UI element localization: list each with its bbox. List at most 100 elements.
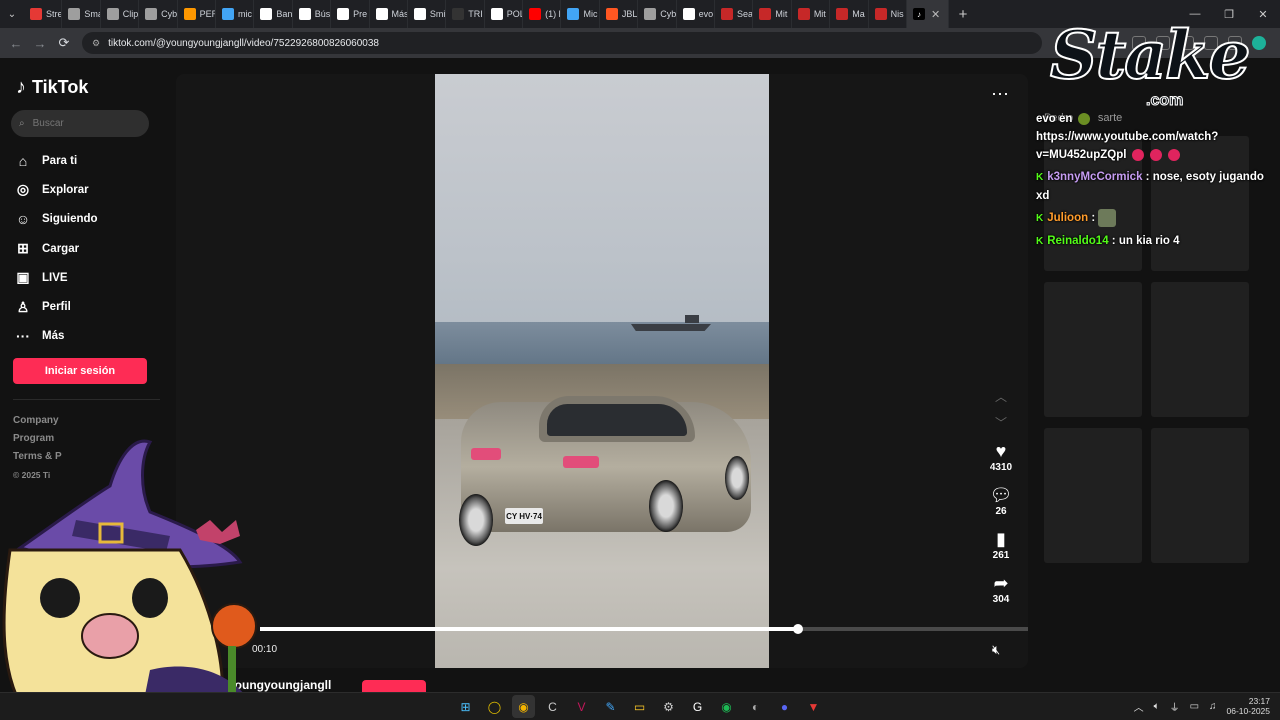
tab-label: Más xyxy=(391,9,408,19)
sidebar-item-explorar[interactable]: ◎ Explorar xyxy=(14,175,164,204)
search-box[interactable]: ⌕ xyxy=(11,110,149,137)
browser-tab[interactable]: Ma xyxy=(830,0,869,28)
related-thumbnail[interactable] xyxy=(1151,428,1249,563)
taskbar-apps: ⊞ ◯ ◉ C V ✎ ▭ ⚙ G ◉ ◐ ● ▼ xyxy=(454,695,825,718)
opera-icon[interactable]: ◯ xyxy=(483,695,506,718)
video-progress-bar[interactable] xyxy=(260,624,1028,634)
mute-icon[interactable]: 🔇︎ xyxy=(992,642,1000,658)
tiktok-logo[interactable]: ♪ TikTok xyxy=(16,76,88,99)
site-info-icon[interactable]: ⚙ xyxy=(92,38,100,49)
next-video-icon[interactable]: ﹀ xyxy=(992,410,1010,436)
browser-tab[interactable]: (1) l xyxy=(523,0,562,28)
clock[interactable]: 23:17 06-10-2025 xyxy=(1227,696,1270,716)
browser-tab[interactable]: Cyb xyxy=(638,0,677,28)
new-tab-button[interactable]: + xyxy=(949,6,977,23)
ir-icon xyxy=(413,8,426,20)
g-hub-icon[interactable]: G xyxy=(686,695,709,718)
tab-label: JBL xyxy=(621,9,638,19)
tab-label: Mic xyxy=(583,9,598,19)
browser-tab[interactable]: evo xyxy=(677,0,716,28)
capcut-icon[interactable]: C xyxy=(541,695,564,718)
related-thumbnail[interactable] xyxy=(1151,282,1249,417)
browser-tab[interactable]: Más xyxy=(370,0,408,28)
jbl-icon xyxy=(605,8,618,20)
ir-icon xyxy=(260,8,273,20)
browser-tab[interactable]: Stre xyxy=(24,0,63,28)
mitsu-icon xyxy=(721,8,734,20)
like-button[interactable]: ♥ 4310 xyxy=(981,440,1021,484)
google-icon xyxy=(682,8,695,20)
app-icon[interactable]: ◐ xyxy=(744,695,767,718)
youtube-icon xyxy=(529,8,542,20)
divider xyxy=(13,399,160,400)
browser-tab[interactable]: Clip xyxy=(101,0,140,28)
sidebar-item-label: Para ti xyxy=(42,154,78,167)
network-icon[interactable]: ▭ xyxy=(1190,701,1199,712)
progress-knob[interactable] xyxy=(792,624,803,634)
tray-expand-icon[interactable]: ︿ xyxy=(1134,699,1144,714)
active-tab[interactable]: ♪ ✕ xyxy=(906,0,949,28)
video-player[interactable]: CY HV·74 ⋯ ︿ ﹀ ♥ 4310 💬︎ 26 ▮ 261 ➦ 304 00:1… xyxy=(176,74,1028,668)
save-button[interactable]: ▮ 261 xyxy=(981,528,1021,572)
browser-tab[interactable]: Ban xyxy=(254,0,293,28)
browser-tab[interactable]: Sma xyxy=(62,0,101,28)
discord-icon[interactable]: ● xyxy=(773,695,796,718)
tab-label: Ma xyxy=(852,9,865,19)
car-wheel-left xyxy=(459,494,493,546)
browser-tab[interactable]: Mit xyxy=(753,0,792,28)
comment-button[interactable]: 💬︎ 26 xyxy=(981,484,1021,528)
close-tab-icon[interactable]: ✕ xyxy=(931,8,940,21)
diamond-emote-icon xyxy=(1168,148,1181,161)
back-icon[interactable]: ← xyxy=(4,36,28,51)
chrome-icon[interactable]: ◉ xyxy=(512,695,535,718)
share-button[interactable]: ➦ 304 xyxy=(981,572,1021,616)
steam-icon[interactable]: ⚙ xyxy=(657,695,680,718)
browser-tab[interactable]: Mit xyxy=(792,0,831,28)
browser-tab[interactable]: Mic xyxy=(561,0,600,28)
browser-tab[interactable]: PER xyxy=(178,0,216,28)
file-explorer-icon[interactable]: ▭ xyxy=(628,695,651,718)
reload-icon[interactable]: ⟳ xyxy=(52,35,76,51)
browser-tab[interactable]: mic xyxy=(216,0,255,28)
mic-icon[interactable]: ⏚ xyxy=(1170,699,1180,714)
person-icon: ☺ xyxy=(15,211,31,228)
browser-tab[interactable]: Cyb xyxy=(139,0,178,28)
sidebar-item-cargar[interactable]: ⊞ Cargar xyxy=(14,234,164,263)
more-options-icon[interactable]: ⋯ xyxy=(991,84,1010,105)
tab-search-button[interactable]: ⌄ xyxy=(0,0,24,28)
sidebar-item-perfil[interactable]: ♙ Perfil xyxy=(14,292,164,321)
speaker-icon[interactable]: 🔈︎ xyxy=(1154,701,1160,712)
sidebar-item-mas[interactable]: ··· Más xyxy=(14,322,164,351)
url-input[interactable]: ⚙ tiktok.com/@youngyoungjangll/video/752… xyxy=(82,32,1042,54)
browser-tab[interactable]: POL xyxy=(485,0,524,28)
car-taillight-left xyxy=(471,448,501,460)
login-button[interactable]: Iniciar sesión xyxy=(13,358,147,384)
sidebar-item-live[interactable]: ▣ LIVE xyxy=(14,263,164,292)
search-input[interactable] xyxy=(32,118,133,129)
chat-link[interactable]: https://www.youtube.com/watch?v=MU452upZ… xyxy=(1036,131,1218,161)
related-thumbnail[interactable] xyxy=(1044,428,1142,563)
google-icon xyxy=(490,8,503,20)
windows-start-icon[interactable]: ⊞ xyxy=(454,695,477,718)
browser-tab[interactable]: TRI xyxy=(446,0,485,28)
spotify-icon[interactable]: ◉ xyxy=(715,695,738,718)
previous-video-icon[interactable]: ︿ xyxy=(992,384,1010,410)
vegas-icon[interactable]: V xyxy=(570,695,593,718)
sidebar-item-para-ti[interactable]: ⌂ Para ti xyxy=(14,146,164,175)
volume-icon[interactable]: ♫ xyxy=(1209,701,1217,712)
browser-tab[interactable]: Pre xyxy=(331,0,370,28)
browser-tab[interactable]: Sea xyxy=(715,0,754,28)
sidebar-item-siguiendo[interactable]: ☺ Siguiendo xyxy=(14,205,164,234)
browser-tab[interactable]: Smi xyxy=(408,0,447,28)
app-red-icon[interactable]: ▼ xyxy=(802,695,825,718)
sidebar-item-label: Explorar xyxy=(42,183,89,196)
related-thumbnail[interactable] xyxy=(1044,282,1142,417)
browser-tab[interactable]: Bús xyxy=(293,0,332,28)
forward-icon[interactable]: → xyxy=(28,36,52,51)
video-frame[interactable]: CY HV·74 xyxy=(435,74,769,668)
tab-label: Bús xyxy=(314,9,331,19)
author-row: youngyoungjangll xyxy=(176,668,1028,704)
browser-tab[interactable]: JBL xyxy=(600,0,639,28)
editor-icon[interactable]: ✎ xyxy=(599,695,622,718)
browser-tab[interactable]: Nis xyxy=(869,0,907,28)
